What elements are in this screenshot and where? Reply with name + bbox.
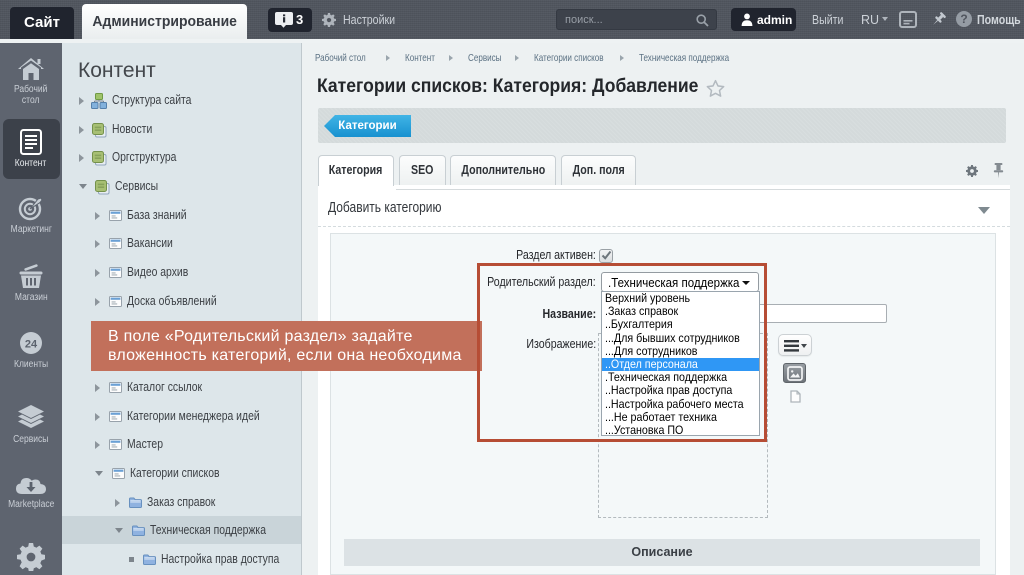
svg-text:24: 24 (25, 339, 38, 351)
